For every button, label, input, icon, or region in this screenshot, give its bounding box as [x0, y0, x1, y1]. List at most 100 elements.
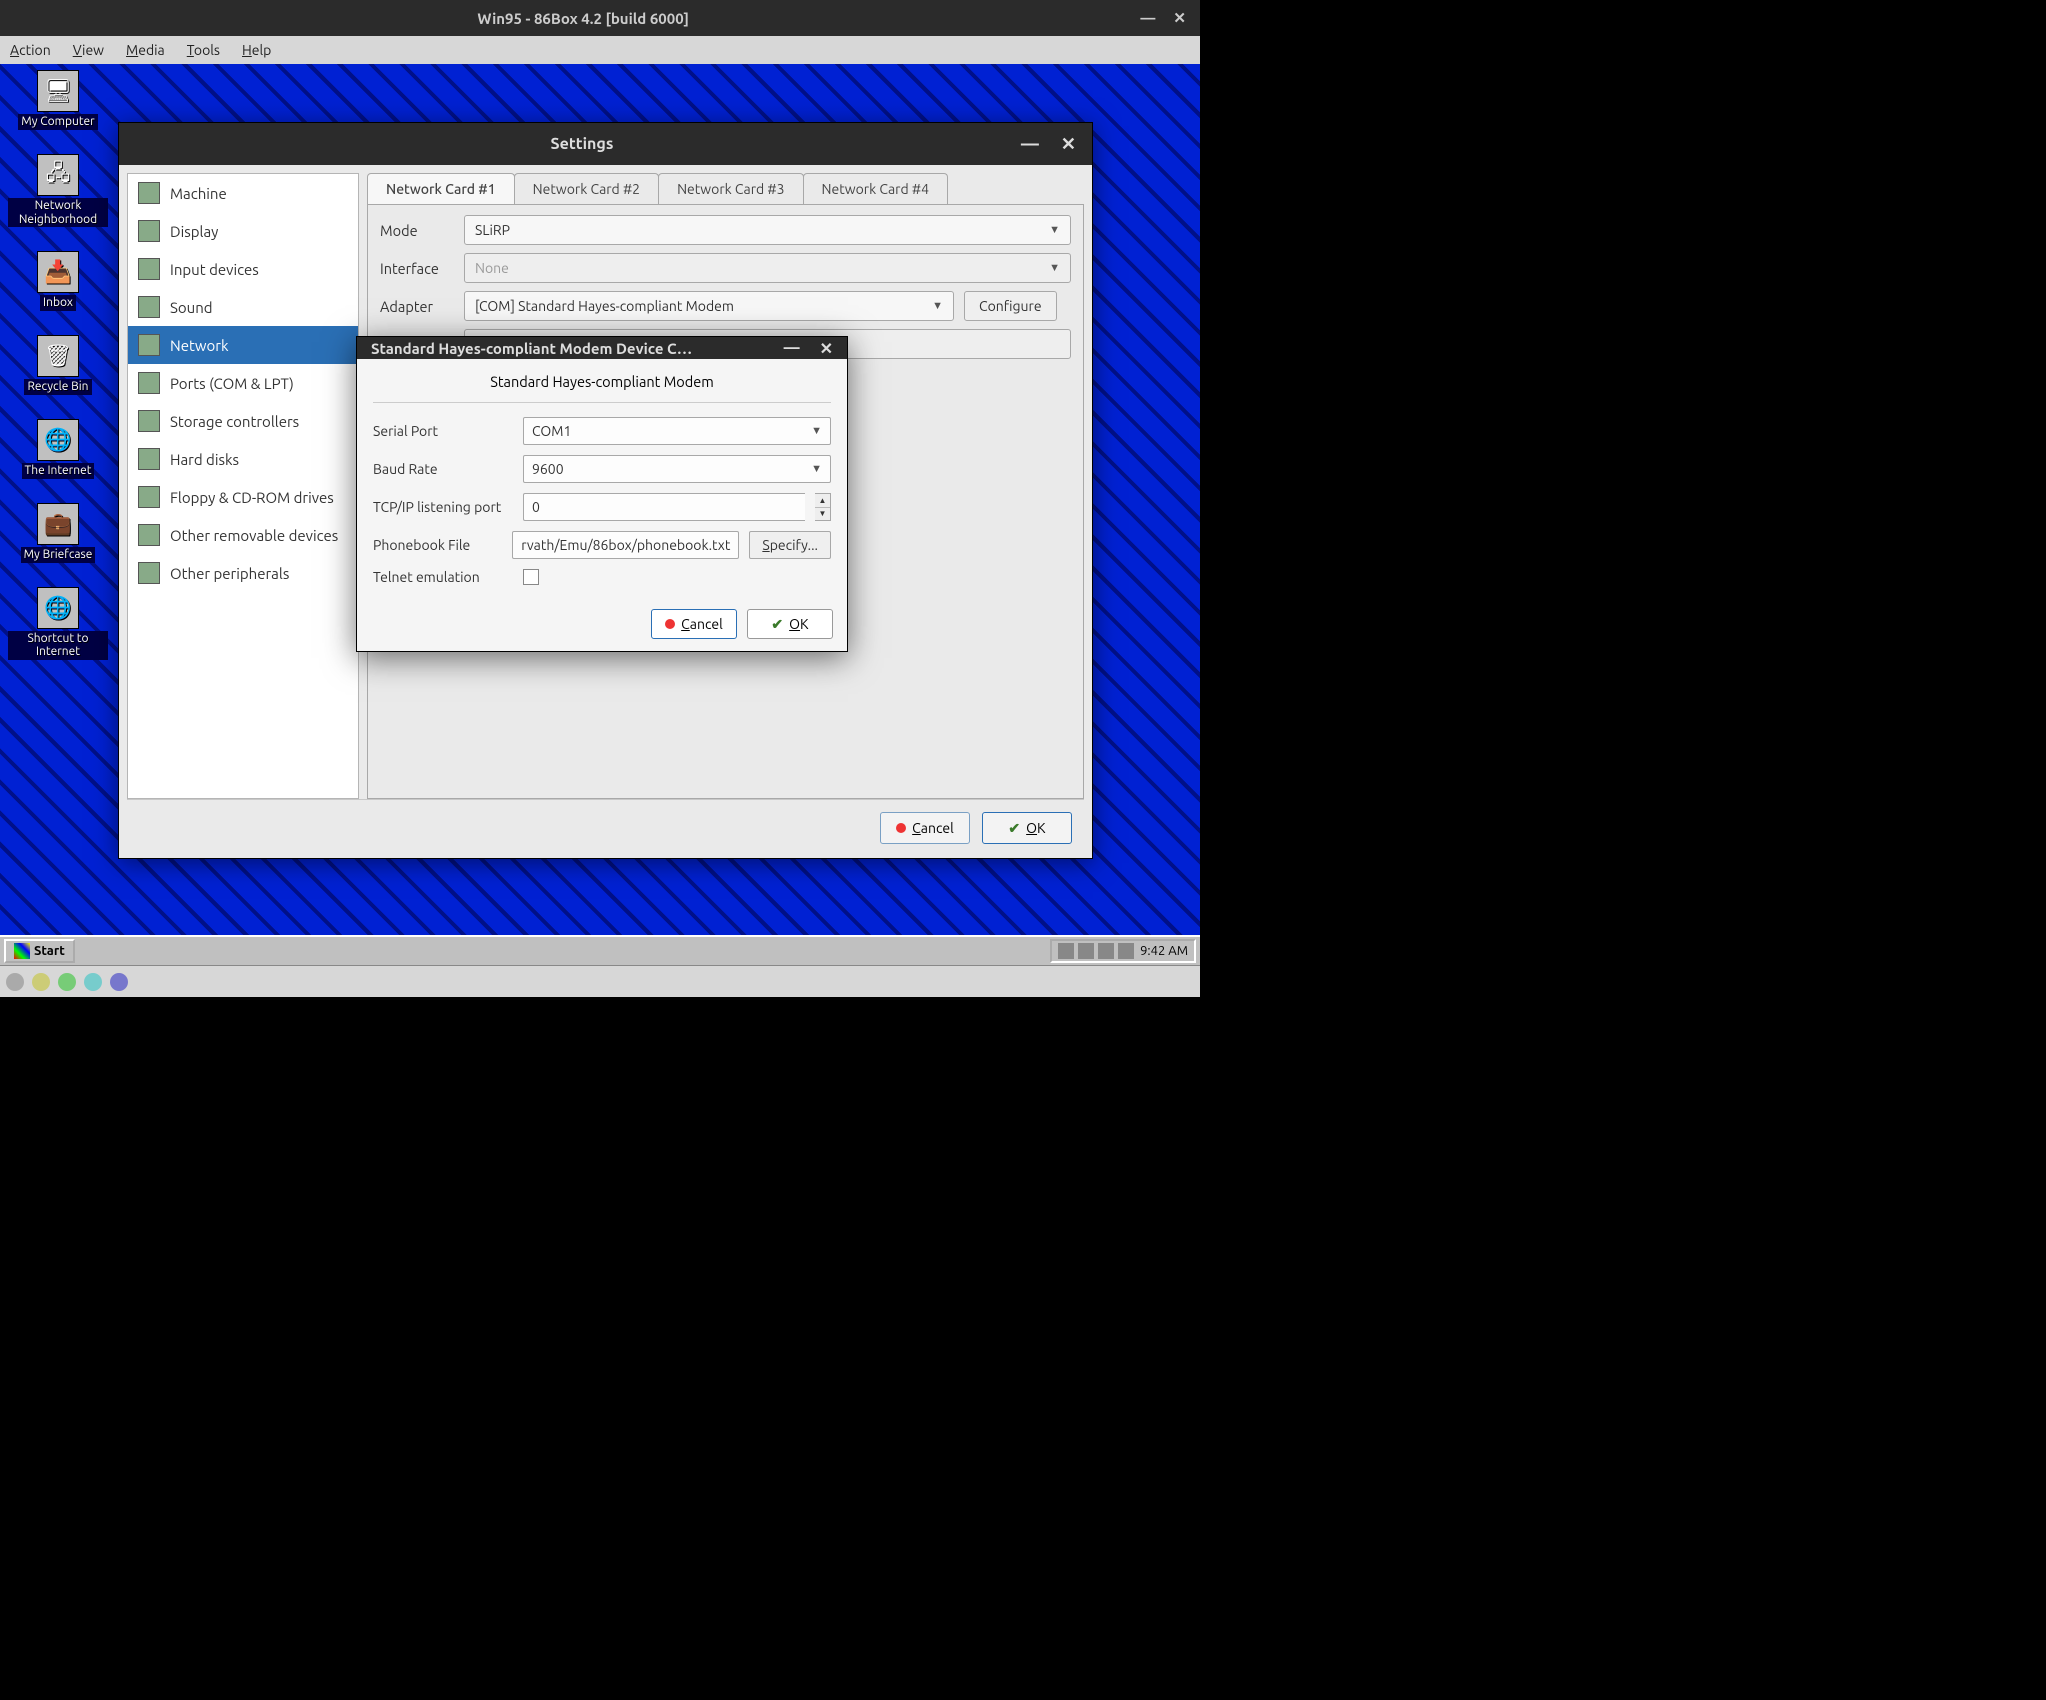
- desktop-icon-my-computer[interactable]: 🖥My Computer: [8, 70, 108, 130]
- sidebar-item-removable[interactable]: Other removable devices: [128, 516, 358, 554]
- tcp-port-input[interactable]: 0: [523, 493, 805, 521]
- mode-label: Mode: [380, 222, 454, 239]
- settings-minimize-icon[interactable]: —: [1021, 134, 1039, 155]
- tab-netcard-3[interactable]: Network Card #3: [658, 173, 803, 204]
- sidebar-item-ports[interactable]: Ports (COM & LPT): [128, 364, 358, 402]
- tray-icon-1[interactable]: [1058, 943, 1074, 959]
- serial-port-label: Serial Port: [373, 423, 513, 439]
- peripherals-icon: [138, 562, 160, 584]
- modal-close-icon[interactable]: ✕: [820, 339, 833, 358]
- status-icon-2[interactable]: [32, 973, 50, 991]
- modal-subtitle: Standard Hayes-compliant Modem: [373, 369, 831, 403]
- menu-tools[interactable]: Tools: [187, 42, 220, 58]
- modal-minimize-icon[interactable]: —: [784, 339, 800, 358]
- desktop-icon-inbox[interactable]: 📥Inbox: [8, 251, 108, 311]
- desktop-icon-shortcut-internet[interactable]: 🌐Shortcut to Internet: [8, 587, 108, 661]
- tray-icon-3[interactable]: [1098, 943, 1114, 959]
- configure-button[interactable]: Configure: [964, 291, 1057, 321]
- chevron-down-icon: ▼: [1049, 224, 1060, 236]
- ok-icon: ✔: [771, 616, 783, 633]
- floppy-icon: [138, 486, 160, 508]
- sidebar-item-display[interactable]: Display: [128, 212, 358, 250]
- removable-icon: [138, 524, 160, 546]
- sound-icon: [138, 296, 160, 318]
- spin-up-icon[interactable]: ▲: [815, 494, 830, 508]
- host-menubar: Action View Media Tools Help: [0, 36, 1200, 64]
- desktop-icons: 🖥My Computer 🖧Network Neighborhood 📥Inbo…: [8, 70, 108, 660]
- modal-ok-button[interactable]: ✔OK: [747, 609, 833, 639]
- system-tray: 9:42 AM: [1050, 939, 1196, 963]
- chevron-down-icon: ▼: [811, 463, 822, 475]
- hdd-icon: [138, 448, 160, 470]
- host-close-icon[interactable]: ✕: [1173, 9, 1186, 27]
- tray-icon-2[interactable]: [1078, 943, 1094, 959]
- sidebar-item-network[interactable]: Network: [128, 326, 358, 364]
- tab-netcard-1[interactable]: Network Card #1: [367, 173, 515, 204]
- settings-ok-button[interactable]: ✔OK: [982, 812, 1072, 844]
- specify-button[interactable]: Specify...: [749, 531, 831, 559]
- modal-cancel-button[interactable]: Cancel: [651, 609, 737, 639]
- cancel-icon: [896, 823, 906, 833]
- phonebook-input[interactable]: rvath/Emu/86box/phonebook.txt: [512, 531, 739, 559]
- guest-desktop: 🖥My Computer 🖧Network Neighborhood 📥Inbo…: [0, 64, 1200, 997]
- sidebar-item-storage[interactable]: Storage controllers: [128, 402, 358, 440]
- cancel-icon: [665, 619, 675, 629]
- network-icon: [138, 334, 160, 356]
- modem-config-dialog: Standard Hayes-compliant Modem Device C……: [356, 336, 848, 652]
- windows-logo-icon: [14, 943, 30, 959]
- phonebook-label: Phonebook File: [373, 537, 502, 553]
- settings-sidebar: Machine Display Input devices Sound Netw…: [127, 173, 359, 799]
- adapter-select[interactable]: [COM] Standard Hayes-compliant Modem▼: [464, 291, 954, 321]
- settings-tabs: Network Card #1 Network Card #2 Network …: [367, 173, 1084, 205]
- status-icon-4[interactable]: [84, 973, 102, 991]
- desktop-icon-recycle-bin[interactable]: 🗑Recycle Bin: [8, 335, 108, 395]
- mode-select[interactable]: SLiRP▼: [464, 215, 1071, 245]
- menu-media[interactable]: Media: [126, 42, 165, 58]
- tab-netcard-2[interactable]: Network Card #2: [514, 173, 659, 204]
- menu-action[interactable]: Action: [10, 42, 51, 58]
- ports-icon: [138, 372, 160, 394]
- serial-port-select[interactable]: COM1▼: [523, 417, 831, 445]
- host-minimize-icon[interactable]: —: [1140, 9, 1155, 27]
- modal-titlebar: Standard Hayes-compliant Modem Device C……: [357, 337, 847, 359]
- desktop-icon-briefcase[interactable]: 💼My Briefcase: [8, 503, 108, 563]
- tray-icon-4[interactable]: [1118, 943, 1134, 959]
- telnet-checkbox[interactable]: [523, 569, 539, 585]
- clock[interactable]: 9:42 AM: [1140, 944, 1188, 958]
- desktop-icon-network-neighborhood[interactable]: 🖧Network Neighborhood: [8, 154, 108, 228]
- sidebar-item-input[interactable]: Input devices: [128, 250, 358, 288]
- win95-taskbar: Start 9:42 AM: [0, 935, 1200, 965]
- telnet-label: Telnet emulation: [373, 569, 513, 585]
- tcp-port-spinner[interactable]: ▲▼: [815, 493, 831, 521]
- display-icon: [138, 220, 160, 242]
- spin-down-icon[interactable]: ▼: [815, 508, 830, 521]
- input-icon: [138, 258, 160, 280]
- menu-view[interactable]: View: [73, 42, 104, 58]
- settings-close-icon[interactable]: ✕: [1061, 134, 1076, 155]
- status-icon-1[interactable]: [6, 973, 24, 991]
- host-titlebar: Win95 - 86Box 4.2 [build 6000] — ✕: [0, 0, 1200, 36]
- machine-icon: [138, 182, 160, 204]
- interface-label: Interface: [380, 260, 454, 277]
- modal-body: Standard Hayes-compliant Modem Serial Po…: [357, 359, 847, 601]
- tab-netcard-4[interactable]: Network Card #4: [803, 173, 948, 204]
- modal-title: Standard Hayes-compliant Modem Device C…: [371, 340, 784, 357]
- status-icon-5[interactable]: [110, 973, 128, 991]
- sidebar-item-hdd[interactable]: Hard disks: [128, 440, 358, 478]
- tcp-port-label: TCP/IP listening port: [373, 499, 513, 515]
- interface-select: None▼: [464, 253, 1071, 283]
- start-button[interactable]: Start: [4, 939, 75, 963]
- settings-titlebar: Settings — ✕: [119, 123, 1092, 165]
- sidebar-item-peripherals[interactable]: Other peripherals: [128, 554, 358, 592]
- sidebar-item-sound[interactable]: Sound: [128, 288, 358, 326]
- sidebar-item-floppy[interactable]: Floppy & CD-ROM drives: [128, 478, 358, 516]
- ok-icon: ✔: [1008, 820, 1020, 837]
- host-title: Win95 - 86Box 4.2 [build 6000]: [40, 10, 1126, 27]
- adapter-label: Adapter: [380, 298, 454, 315]
- baud-rate-select[interactable]: 9600▼: [523, 455, 831, 483]
- desktop-icon-internet[interactable]: 🌐The Internet: [8, 419, 108, 479]
- menu-help[interactable]: Help: [242, 42, 271, 58]
- status-icon-3[interactable]: [58, 973, 76, 991]
- settings-cancel-button[interactable]: Cancel: [880, 812, 970, 844]
- sidebar-item-machine[interactable]: Machine: [128, 174, 358, 212]
